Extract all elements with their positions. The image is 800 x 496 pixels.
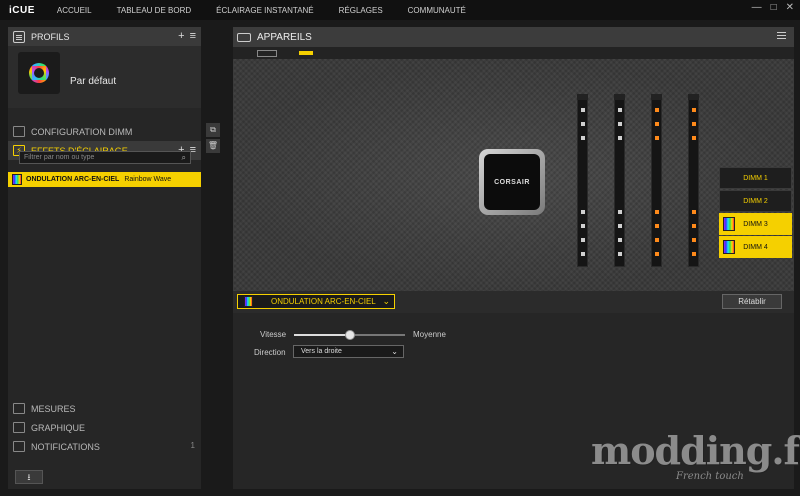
dimm-stick-2[interactable] xyxy=(614,94,625,267)
dimm-list: DIMM 1 DIMM 2 DIMM 3 DIMM 4 xyxy=(719,167,792,259)
maximize-button[interactable]: □ xyxy=(771,2,777,13)
effect-bar: ONDULATION ARC-EN-CIEL ⌄ Rétablir xyxy=(233,291,794,313)
profile-card[interactable]: Par défaut xyxy=(8,46,201,108)
profiles-header: PROFILS + ≡ xyxy=(8,27,201,46)
close-button[interactable]: ✕ xyxy=(786,2,794,13)
dimm-4-label: DIMM 4 xyxy=(743,243,768,251)
device-canvas: CORSAIR DIMM 1 DIMM 2 DIMM 3 DIMM 4 xyxy=(233,59,794,291)
speed-slider-fill xyxy=(294,334,350,336)
copy-icon: ⧉ xyxy=(210,125,216,134)
devices-menu-icon[interactable] xyxy=(777,32,786,33)
graph-icon xyxy=(13,422,25,433)
graph-label: GRAPHIQUE xyxy=(31,422,86,433)
download-button[interactable]: ⭳ xyxy=(15,470,43,484)
effect-tools: ⧉ 🗑 xyxy=(206,123,220,155)
rainbow-swatch-icon xyxy=(244,296,253,307)
dimm-stick-4[interactable] xyxy=(688,94,699,267)
chevron-down-icon: ⌄ xyxy=(382,296,390,306)
profiles-title: PROFILS xyxy=(31,31,70,42)
add-profile-button[interactable]: + xyxy=(178,30,184,42)
nav-community[interactable]: COMMUNAUTÉ xyxy=(408,6,466,15)
profile-avatar xyxy=(18,52,60,94)
profile-icon xyxy=(13,30,25,43)
direction-value: Vers la droite xyxy=(301,348,342,355)
title-bar: iCUE ACCUEIL TABLEAU DE BORD ÉCLAIRAGE I… xyxy=(0,0,800,20)
direction-label: Direction xyxy=(254,348,286,357)
measures-icon xyxy=(13,403,25,414)
effect-select[interactable]: ONDULATION ARC-EN-CIEL ⌄ xyxy=(237,294,395,309)
nav-home[interactable]: ACCUEIL xyxy=(57,6,92,15)
dimm-stick-3[interactable] xyxy=(651,94,662,267)
keyboard-device-tab[interactable] xyxy=(257,49,277,57)
selected-effect-label: ONDULATION ARC-EN-CIEL xyxy=(271,297,376,306)
filter-placeholder: Filtrer par nom ou type xyxy=(24,154,95,161)
nav-dashboard[interactable]: TABLEAU DE BORD xyxy=(117,6,192,15)
trash-icon: 🗑 xyxy=(207,141,219,150)
filter-input[interactable]: Filtrer par nom ou type ⌕ xyxy=(19,151,191,164)
profiles-menu-button[interactable]: ≡ xyxy=(190,30,196,42)
chevron-down-icon: ⌄ xyxy=(391,347,398,356)
devices-panel: APPAREILS CORSAIR DIMM 1 DIMM 2 DIMM 3 D… xyxy=(233,27,794,489)
dimm-4-item[interactable]: DIMM 4 xyxy=(719,236,792,258)
devices-title: APPAREILS xyxy=(257,31,312,43)
notifications-count: 1 xyxy=(190,441,195,450)
cpu-cooler-image[interactable]: CORSAIR xyxy=(479,149,545,215)
rainbow-swatch-icon xyxy=(723,217,735,231)
keyboard-icon xyxy=(237,32,251,42)
dimm-config-label: CONFIGURATION DIMM xyxy=(31,126,133,137)
icue-power-icon xyxy=(29,63,49,83)
speed-slider[interactable] xyxy=(294,330,405,340)
measures-label: MESURES xyxy=(31,403,76,414)
effect-type: Rainbow Wave xyxy=(124,176,172,183)
effect-list-item[interactable]: ONDULATION ARC-EN-CIEL Rainbow Wave xyxy=(8,172,201,187)
cooler-logo: CORSAIR xyxy=(484,154,540,210)
graph-section[interactable]: GRAPHIQUE xyxy=(8,418,201,437)
watermark-logo: modding.fr xyxy=(591,428,800,473)
direction-select[interactable]: Vers la droite ⌄ xyxy=(293,345,404,358)
speed-slider-knob[interactable] xyxy=(344,330,355,340)
minimize-button[interactable]: — xyxy=(752,2,762,13)
app-logo: iCUE xyxy=(9,4,35,16)
effect-name: ONDULATION ARC-EN-CIEL xyxy=(26,176,120,183)
dimm-icon xyxy=(13,126,25,137)
dimm-3-label: DIMM 3 xyxy=(743,220,768,228)
profile-name: Par défaut xyxy=(70,76,117,87)
memory-device-tab[interactable] xyxy=(299,51,313,55)
devices-header: APPAREILS xyxy=(233,27,794,47)
copy-effect-button[interactable]: ⧉ xyxy=(206,123,220,137)
dimm-1-label: DIMM 1 xyxy=(743,174,768,182)
nav-instant-lighting[interactable]: ÉCLAIRAGE INSTANTANÉ xyxy=(216,6,314,15)
dimm-stick-1[interactable] xyxy=(577,94,588,267)
measures-section[interactable]: MESURES xyxy=(8,399,201,418)
rainbow-swatch-icon xyxy=(12,174,22,185)
dimm-config-section[interactable]: CONFIGURATION DIMM xyxy=(8,122,201,141)
left-sidebar: PROFILS + ≡ Par défaut CONFIGURATION DIM… xyxy=(8,27,201,489)
dimm-3-item[interactable]: DIMM 3 xyxy=(719,213,792,235)
notifications-label: NOTIFICATIONS xyxy=(31,441,100,452)
download-icon: ⭳ xyxy=(27,472,31,482)
device-tabs xyxy=(233,47,794,59)
speed-label: Vitesse xyxy=(260,330,287,339)
dimm-1-item[interactable]: DIMM 1 xyxy=(719,167,792,189)
notifications-section[interactable]: NOTIFICATIONS 1 xyxy=(8,437,201,456)
dimm-2-item[interactable]: DIMM 2 xyxy=(719,190,792,212)
delete-effect-button[interactable]: 🗑 xyxy=(206,139,220,153)
dimm-2-label: DIMM 2 xyxy=(743,197,768,205)
search-icon: ⌕ xyxy=(181,153,186,162)
reset-button[interactable]: Rétablir xyxy=(722,294,782,309)
nav-settings[interactable]: RÉGLAGES xyxy=(339,6,383,15)
rainbow-swatch-icon xyxy=(723,240,735,254)
watermark-tagline: French touch xyxy=(676,471,744,482)
notifications-icon xyxy=(13,441,25,452)
speed-value: Moyenne xyxy=(413,330,446,339)
